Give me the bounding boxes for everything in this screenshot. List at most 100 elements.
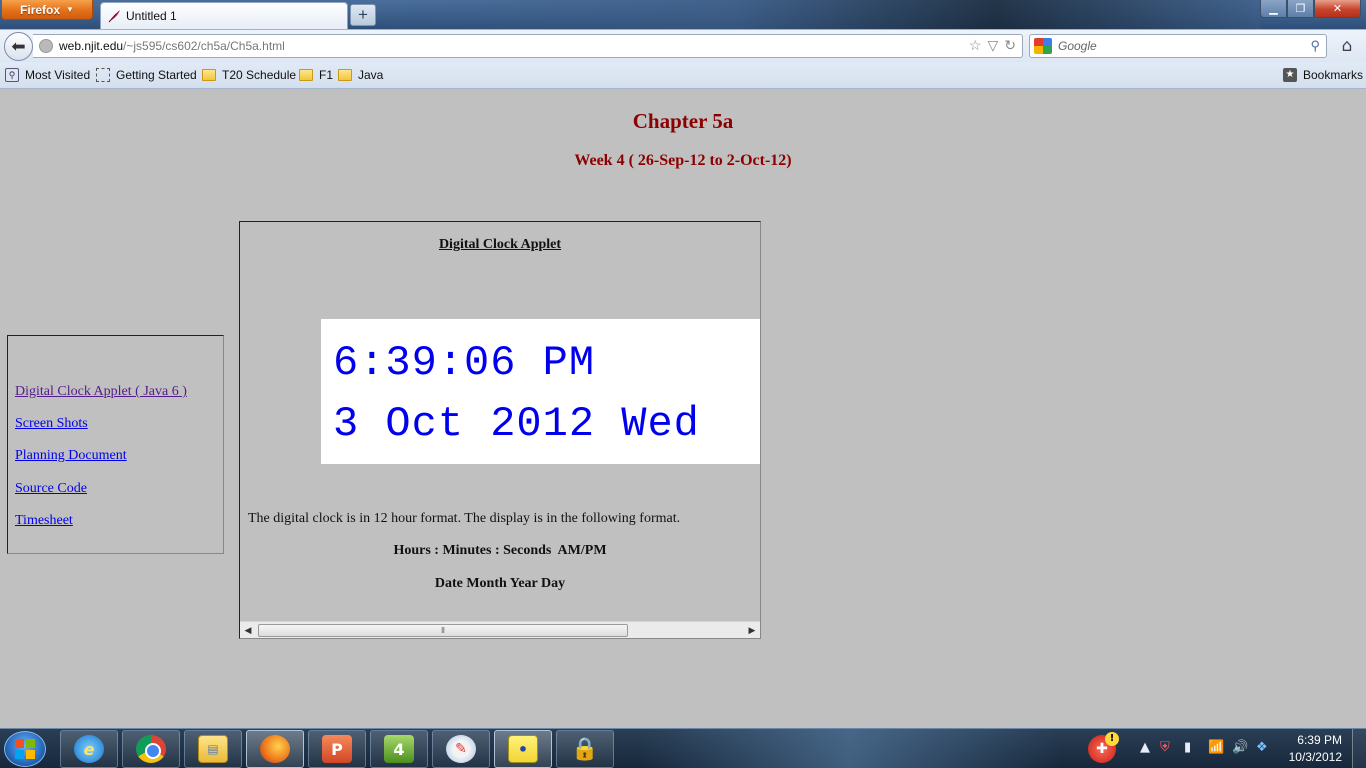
page-icon: [96, 68, 110, 82]
dropbox-icon[interactable]: ❖: [1256, 740, 1268, 755]
taskbar-green-app[interactable]: 4: [370, 730, 428, 768]
firefox-icon: [260, 735, 290, 763]
device-icon[interactable]: ▮: [1184, 740, 1191, 755]
taskbar-paint[interactable]: ✎: [432, 730, 490, 768]
taskbar-background: [640, 729, 1060, 768]
scrollbar-thumb[interactable]: ⦀: [258, 624, 628, 637]
close-icon: ✕: [1332, 2, 1343, 15]
powerpoint-icon: P: [322, 735, 352, 763]
new-tab-button[interactable]: +: [350, 4, 376, 26]
minimize-button[interactable]: ▁: [1260, 0, 1287, 18]
bookmark-star-icon[interactable]: ☆: [969, 37, 982, 54]
date-format-label: Date Month Year Day: [434, 576, 566, 591]
bookmarks-star-icon: ★: [1283, 68, 1297, 82]
titlebar-background: [380, 0, 1260, 29]
restore-icon: ❐: [1295, 2, 1306, 15]
bookmark-label: Getting Started: [116, 68, 197, 82]
maximize-button[interactable]: ❐: [1287, 0, 1314, 18]
bookmark-label: F1: [319, 68, 334, 82]
browser-tab-active[interactable]: Untitled 1: [100, 2, 348, 29]
internet-explorer-icon: e: [74, 735, 104, 763]
taskbar-sticky-notes[interactable]: •: [494, 730, 552, 768]
folder-icon: [299, 69, 313, 81]
applet-title: Digital Clock Applet: [438, 237, 562, 252]
time-format-label: Hours : Minutes : Seconds AM/PM: [393, 543, 607, 558]
folder-icon: ▤: [198, 735, 228, 763]
clock-time-display: 6:39:06 PM: [333, 339, 596, 387]
taskbar-internet-explorer[interactable]: e: [60, 730, 118, 768]
show-hidden-icons-icon[interactable]: ▲: [1140, 740, 1150, 755]
paint-palette-icon: ✎: [446, 735, 476, 763]
sidebar-nav: Digital Clock Applet ( Java 6 ) Screen S…: [7, 335, 224, 554]
search-placeholder: Google: [1058, 39, 1097, 53]
search-bar[interactable]: Google ⚲: [1029, 34, 1327, 58]
firefox-menu-button[interactable]: Firefox ▼: [1, 0, 93, 20]
back-arrow-icon: ⬅: [11, 36, 26, 57]
network-signal-icon[interactable]: 📶: [1208, 740, 1224, 755]
taskbar-powerpoint[interactable]: P: [308, 730, 366, 768]
nav-link-digital-clock-applet[interactable]: Digital Clock Applet ( Java 6 ): [15, 384, 187, 400]
bookmark-most-visited[interactable]: ⚲ Most Visited: [5, 68, 90, 82]
back-button[interactable]: ⬅: [4, 32, 33, 61]
bookmark-folder-t20-schedule[interactable]: T20 Schedule: [202, 68, 296, 82]
nav-link-timesheet[interactable]: Timesheet: [15, 513, 73, 529]
bookmark-folder-java[interactable]: Java: [338, 68, 383, 82]
folder-icon: [202, 69, 216, 81]
taskbar-lock-app[interactable]: 🔒: [556, 730, 614, 768]
home-icon: ⌂: [1341, 36, 1353, 56]
bookmark-label: Java: [358, 68, 384, 82]
clock-date-display: 3 Oct 2012 Wed: [333, 400, 700, 448]
reload-icon[interactable]: ↻: [1004, 37, 1016, 54]
scroll-right-icon[interactable]: ▶: [744, 623, 760, 638]
google-engine-icon[interactable]: [1034, 38, 1052, 54]
nav-link-source-code[interactable]: Source Code: [15, 481, 87, 497]
system-tray: ✚ ! ▲ ⛨ ▮ 📶 🔊 ❖ 6:39 PM 10/3/2012: [1088, 729, 1366, 768]
horizontal-scrollbar[interactable]: ◀ ⦀ ▶: [240, 621, 760, 638]
folder-icon: [338, 69, 352, 81]
scroll-left-icon[interactable]: ◀: [240, 623, 256, 638]
sticky-notes-icon: •: [508, 735, 538, 763]
minimize-icon: ▁: [1269, 2, 1278, 15]
search-icon[interactable]: ⚲: [1310, 38, 1320, 54]
bookmark-label: Most Visited: [25, 68, 91, 82]
history-dropdown-icon[interactable]: ▽: [987, 37, 998, 54]
close-button[interactable]: ✕: [1314, 0, 1361, 18]
chevron-down-icon: ▼: [66, 5, 74, 14]
site-identity-icon[interactable]: [39, 39, 53, 53]
home-button[interactable]: ⌂: [1336, 36, 1358, 56]
nav-link-planning-document[interactable]: Planning Document: [15, 448, 127, 464]
tray-clock-date[interactable]: 10/3/2012: [1289, 750, 1342, 764]
windows-taskbar: e ▤ P 4 ✎ • 🔒 ✚ ! ▲ ⛨ ▮ 📶 🔊 ❖ 6:39 PM 10…: [0, 728, 1366, 768]
browser-titlebar: Firefox ▼ Untitled 1 + ▁ ❐ ✕: [0, 0, 1366, 29]
chapter-title: Chapter 5a: [632, 109, 734, 133]
content-frame: Digital Clock Applet 6:39:06 PM 3 Oct 20…: [239, 221, 761, 639]
firefox-menu-label: Firefox: [20, 2, 61, 17]
web-page: Chapter 5a Week 4 ( 26-Sep-12 to 2-Oct-1…: [0, 90, 1366, 728]
bookmarks-menu-label: Bookmarks: [1303, 68, 1364, 82]
bookmark-label: T20 Schedule: [222, 68, 297, 82]
digital-clock-applet: 6:39:06 PM 3 Oct 2012 Wed: [321, 319, 760, 464]
bookmarks-menu-button[interactable]: ★ Bookmarks: [1283, 68, 1363, 82]
feather-icon: [106, 8, 122, 24]
address-bar[interactable]: web.njit.edu/~js595/cs602/ch5a/Ch5a.html…: [33, 34, 1023, 58]
volume-icon[interactable]: 🔊: [1232, 740, 1248, 755]
taskbar-chrome[interactable]: [122, 730, 180, 768]
bookmark-getting-started[interactable]: Getting Started: [96, 68, 197, 82]
most-visited-icon: ⚲: [5, 68, 19, 82]
url-domain: web.njit.edu: [59, 39, 124, 53]
chart-app-icon: 4: [384, 735, 414, 763]
bookmark-folder-f1[interactable]: F1: [299, 68, 333, 82]
taskbar-windows-explorer[interactable]: ▤: [184, 730, 242, 768]
start-button[interactable]: [4, 731, 46, 767]
mcafee-icon[interactable]: ⛨: [1160, 740, 1170, 755]
url-path: /~js595/cs602/ch5a/Ch5a.html: [123, 39, 285, 53]
tray-clock-time[interactable]: 6:39 PM: [1297, 733, 1342, 747]
show-desktop-button[interactable]: [1352, 729, 1366, 768]
nav-link-screen-shots[interactable]: Screen Shots: [15, 416, 88, 432]
taskbar-firefox[interactable]: [246, 730, 304, 768]
plus-icon: +: [358, 5, 368, 24]
bookmarks-toolbar: ⚲ Most Visited Getting Started T20 Sched…: [0, 62, 1366, 89]
week-subtitle: Week 4 ( 26-Sep-12 to 2-Oct-12): [574, 152, 792, 169]
tab-title: Untitled 1: [126, 9, 177, 23]
navigation-toolbar: ⬅ web.njit.edu/~js595/cs602/ch5a/Ch5a.ht…: [0, 29, 1366, 62]
